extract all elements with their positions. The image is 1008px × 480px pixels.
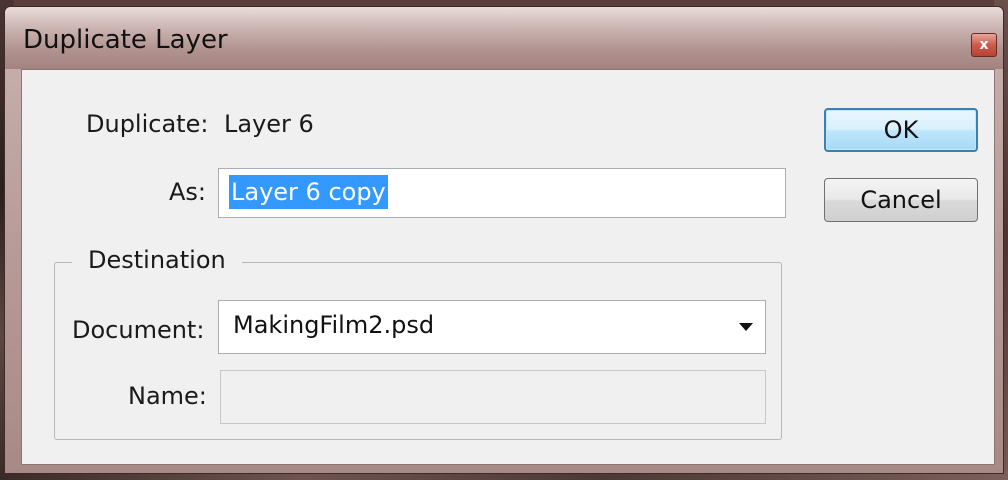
close-button[interactable]: x — [971, 33, 997, 57]
cancel-button[interactable]: Cancel — [824, 178, 978, 222]
as-name-input[interactable]: Layer 6 copy — [218, 168, 786, 218]
ok-button-label: OK — [883, 116, 919, 144]
dialog-body: Duplicate: Layer 6 As: Layer 6 copy Dest… — [21, 69, 995, 465]
duplicate-label: Duplicate: — [86, 110, 209, 138]
duplicate-source-value: Layer 6 — [224, 110, 314, 138]
as-name-selected-text: Layer 6 copy — [229, 175, 388, 209]
name-label: Name: — [128, 382, 207, 410]
name-input[interactable] — [220, 370, 766, 424]
document-selected-value: MakingFilm2.psd — [233, 311, 435, 339]
close-icon: x — [979, 37, 989, 53]
ok-button[interactable]: OK — [824, 108, 978, 152]
document-select[interactable]: MakingFilm2.psd — [218, 300, 766, 354]
chevron-down-icon — [739, 323, 753, 331]
document-label: Document: — [72, 316, 205, 344]
title-bar[interactable]: Duplicate Layer x — [5, 7, 1003, 69]
destination-legend: Destination — [72, 246, 242, 274]
cancel-button-label: Cancel — [860, 186, 942, 214]
dialog-title: Duplicate Layer — [23, 25, 228, 55]
as-label: As: — [169, 178, 207, 206]
duplicate-layer-dialog: Duplicate Layer x Duplicate: Layer 6 As:… — [4, 6, 1004, 474]
